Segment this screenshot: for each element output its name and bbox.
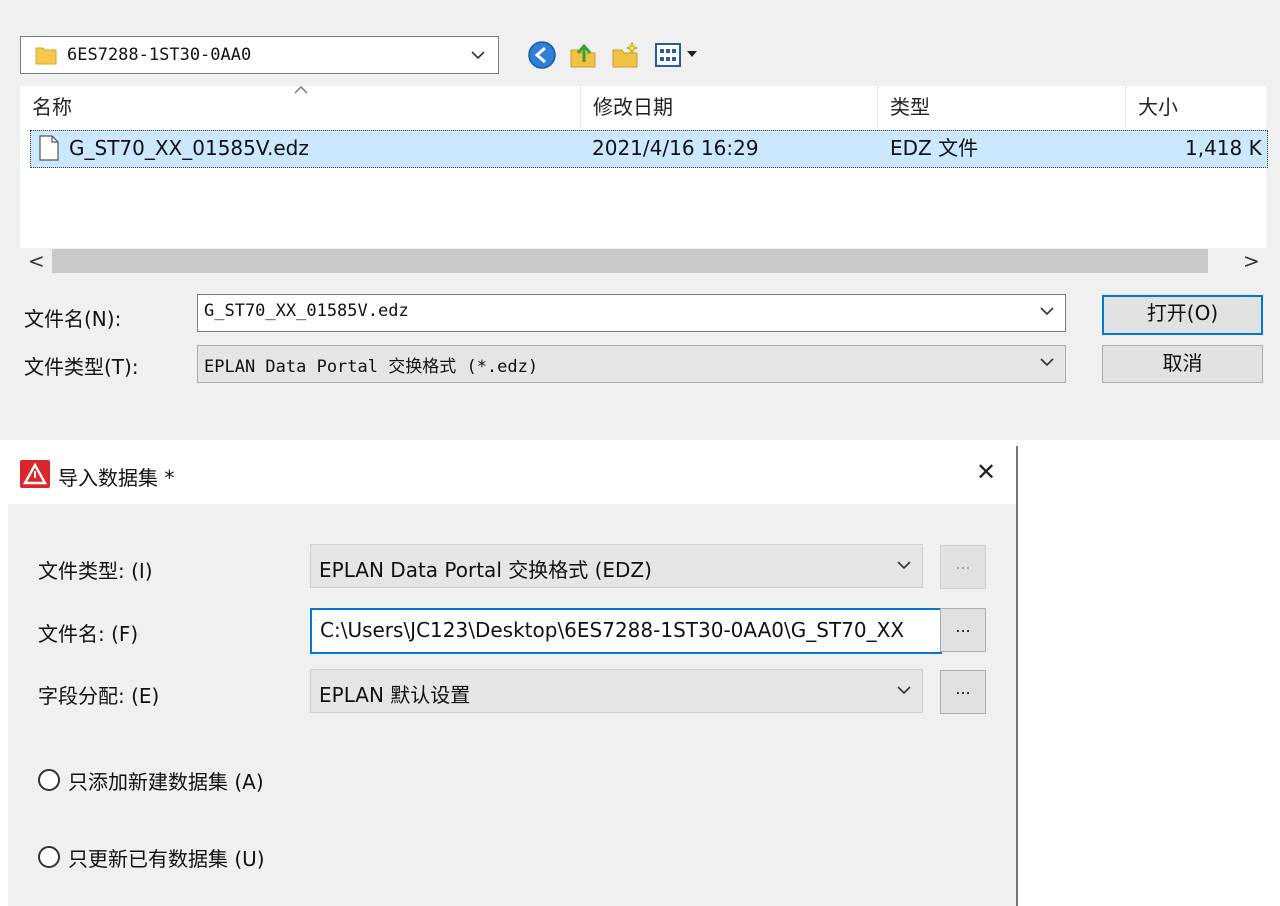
scroll-right-icon[interactable]: > bbox=[1243, 250, 1260, 272]
file-document-icon bbox=[39, 135, 59, 161]
field-assignment-browse-button[interactable]: ... bbox=[940, 670, 986, 714]
filetype-label: 文件类型(T): bbox=[24, 355, 139, 379]
file-size: 1,418 K bbox=[1185, 136, 1262, 160]
eplan-logo-icon bbox=[20, 460, 50, 488]
up-folder-icon[interactable] bbox=[568, 40, 598, 70]
file-name-browse-button[interactable]: ... bbox=[940, 608, 986, 652]
file-type-value: EPLAN Data Portal 交换格式 (EDZ) bbox=[319, 558, 652, 582]
file-type: EDZ 文件 bbox=[890, 136, 979, 160]
open-file-dialog: 6ES7288-1ST30-0AA0 名称 修改日期 类型 大小 G_ST70_… bbox=[0, 0, 1280, 440]
dialog-title: 导入数据集 * bbox=[58, 466, 175, 490]
view-menu-icon[interactable] bbox=[654, 40, 702, 70]
title-bar: 导入数据集 * ✕ bbox=[0, 446, 1016, 504]
chevron-down-icon[interactable] bbox=[896, 557, 912, 573]
file-name-value: C:\Users\JC123\Desktop\6ES7288-1ST30-0AA… bbox=[320, 618, 905, 642]
field-assignment-value: EPLAN 默认设置 bbox=[319, 683, 471, 707]
radio-add-new-label[interactable]: 只添加新建数据集 (A) bbox=[68, 766, 264, 795]
file-row[interactable]: G_ST70_XX_01585V.edz 2021/4/16 16:29 EDZ… bbox=[30, 130, 1268, 168]
cancel-button[interactable]: 取消 bbox=[1102, 345, 1263, 383]
close-icon[interactable]: ✕ bbox=[976, 458, 996, 486]
filetype-select-value: EPLAN Data Portal 交换格式 (*.edz) bbox=[204, 357, 539, 377]
chevron-down-icon[interactable] bbox=[1039, 303, 1055, 319]
chevron-down-icon[interactable] bbox=[896, 682, 912, 698]
sort-ascending-icon bbox=[294, 85, 308, 94]
field-assignment-label: 字段分配: (E) bbox=[38, 684, 160, 708]
folder-name: 6ES7288-1ST30-0AA0 bbox=[67, 45, 252, 65]
chevron-down-icon[interactable] bbox=[470, 47, 486, 63]
column-header-type[interactable]: 类型 bbox=[878, 86, 1126, 128]
new-folder-icon[interactable] bbox=[610, 40, 640, 70]
horizontal-scrollbar[interactable]: < > bbox=[20, 248, 1266, 276]
folder-location-combo[interactable]: 6ES7288-1ST30-0AA0 bbox=[20, 36, 499, 74]
radio-add-new[interactable] bbox=[38, 769, 60, 791]
field-assignment-select[interactable]: EPLAN 默认设置 bbox=[310, 669, 923, 713]
scrollbar-thumb[interactable] bbox=[52, 249, 1208, 273]
scroll-left-icon[interactable]: < bbox=[28, 250, 45, 272]
radio-update-existing[interactable] bbox=[38, 846, 60, 868]
chevron-down-icon[interactable] bbox=[1039, 354, 1055, 370]
file-type-select[interactable]: EPLAN Data Portal 交换格式 (EDZ) bbox=[310, 544, 923, 588]
file-name: G_ST70_XX_01585V.edz bbox=[69, 136, 309, 160]
file-name-label: 文件名: (F) bbox=[38, 622, 139, 646]
file-modified: 2021/4/16 16:29 bbox=[592, 136, 759, 160]
back-arrow-icon[interactable] bbox=[527, 40, 557, 70]
column-header-modified[interactable]: 修改日期 bbox=[581, 86, 878, 128]
open-button[interactable]: 打开(O) bbox=[1102, 295, 1263, 335]
radio-update-existing-label[interactable]: 只更新已有数据集 (U) bbox=[68, 843, 265, 872]
folder-icon bbox=[35, 47, 57, 65]
filetype-select[interactable]: EPLAN Data Portal 交换格式 (*.edz) bbox=[197, 345, 1066, 383]
filename-input[interactable]: G_ST70_XX_01585V.edz bbox=[197, 294, 1066, 332]
column-header-size[interactable]: 大小 bbox=[1126, 86, 1266, 128]
filename-label: 文件名(N): bbox=[24, 307, 122, 331]
filename-input-value: G_ST70_XX_01585V.edz bbox=[204, 301, 409, 321]
file-type-label: 文件类型: (I) bbox=[38, 559, 153, 583]
file-type-browse-button[interactable]: ... bbox=[940, 545, 986, 589]
file-list: 名称 修改日期 类型 大小 G_ST70_XX_01585V.edz 2021/… bbox=[20, 85, 1268, 248]
import-dataset-dialog: 导入数据集 * ✕ 文件类型: (I) EPLAN Data Portal 交换… bbox=[0, 446, 1018, 906]
dialog-body: 文件类型: (I) EPLAN Data Portal 交换格式 (EDZ) .… bbox=[8, 504, 1016, 906]
file-name-input[interactable]: C:\Users\JC123\Desktop\6ES7288-1ST30-0AA… bbox=[310, 608, 942, 654]
